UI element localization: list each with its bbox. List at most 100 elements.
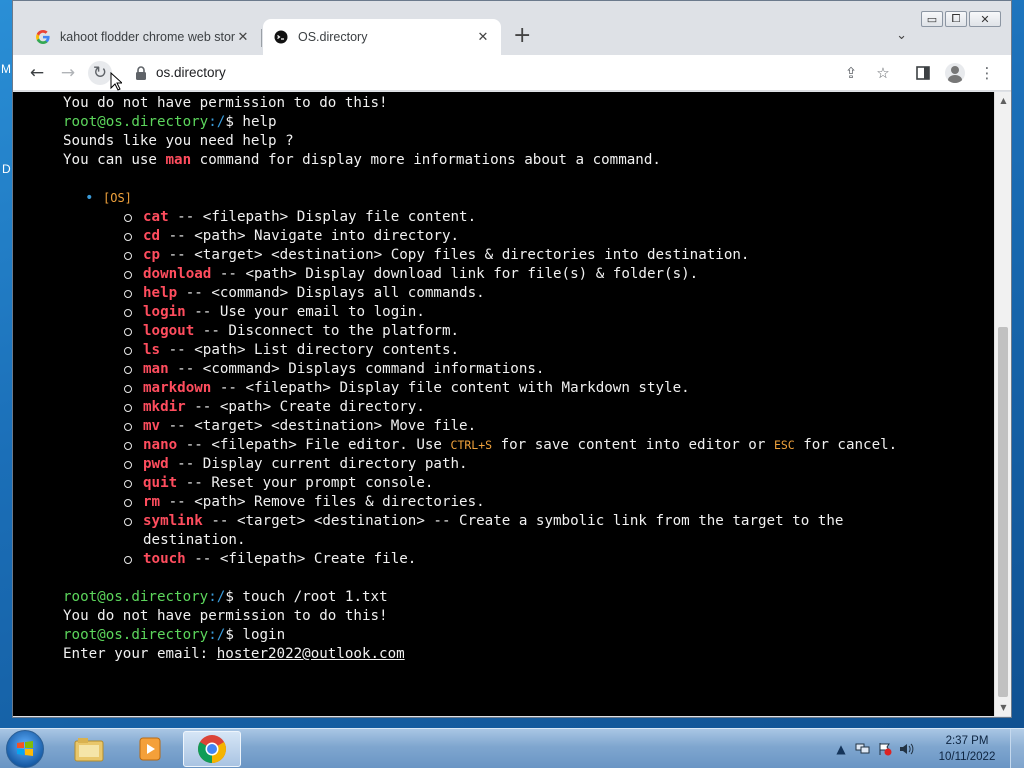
avatar — [945, 63, 965, 83]
command-name: quit — [143, 475, 178, 491]
terminal-prompt-line: root@os.directory:/$ login — [63, 626, 985, 645]
command-name: symlink — [143, 513, 203, 529]
taskbar-clock[interactable]: 2:37 PM 10/11/2022 — [928, 733, 1006, 765]
scroll-up-arrow-icon[interactable]: ▲ — [995, 92, 1012, 109]
terminal-output-line: You do not have permission to do this! — [63, 608, 388, 624]
command-item: cp -- <target> <destination> Copy files … — [103, 246, 985, 265]
action-center-flag-icon[interactable] — [874, 740, 896, 758]
terminal-console[interactable]: You do not have permission to do this! r… — [13, 92, 995, 716]
command-name: pwd — [143, 456, 169, 472]
command-item: nano -- <filepath> File editor. Use CTRL… — [103, 436, 985, 455]
command-desc: -- <target> <destination> -- Create a sy… — [143, 513, 844, 548]
tab-strip: kahoot flodder chrome web store ✕ OS.dir… — [13, 19, 1011, 55]
profile-avatar-icon[interactable] — [943, 61, 967, 85]
help-text: command for display more informations ab… — [191, 152, 661, 168]
browser-toolbar: ← → ↻ os.directory ⇪ ☆ ⋮ — [13, 55, 1011, 91]
lock-icon[interactable] — [134, 65, 148, 81]
new-tab-button[interactable]: + — [513, 23, 531, 48]
command-item: cd -- <path> Navigate into directory. — [103, 227, 985, 246]
command-name: rm — [143, 494, 161, 510]
taskbar-media-player[interactable] — [121, 731, 179, 767]
command-desc: -- <filepath> Create file. — [185, 551, 417, 567]
tab-os-directory[interactable]: OS.directory ✕ — [263, 19, 501, 55]
email-prompt-label: Enter your email: — [63, 646, 217, 662]
prompt-command: touch /root 1.txt — [233, 589, 388, 605]
prompt-user: root@os.directory — [63, 114, 209, 130]
email-input-line[interactable]: Enter your email: hoster2022@outlook.com — [63, 645, 985, 664]
more-menu-icon[interactable]: ⋮ — [975, 61, 999, 85]
network-icon[interactable] — [852, 740, 874, 758]
command-desc: -- <target> <destination> Move file. — [160, 418, 477, 434]
command-desc: -- <target> <destination> Copy files & d… — [160, 247, 750, 263]
tab-search-chevron-icon[interactable]: ⌄ — [896, 28, 907, 43]
chrome-icon — [198, 735, 226, 763]
taskbar: ▲ 2:37 PM 10/11/2022 — [0, 728, 1024, 768]
back-button[interactable]: ← — [25, 61, 49, 85]
command-name: touch — [143, 551, 186, 567]
bookmark-star-icon[interactable]: ☆ — [871, 61, 895, 85]
prompt-symbol: $ — [225, 114, 234, 130]
command-item: ls -- <path> List directory contents. — [103, 341, 985, 360]
man-keyword: man — [165, 152, 192, 168]
reload-button[interactable]: ↻ — [88, 61, 112, 85]
command-name: mv — [143, 418, 161, 434]
volume-icon[interactable] — [896, 740, 918, 758]
command-desc: -- <filepath> File editor. Use — [177, 437, 451, 453]
command-name: markdown — [143, 380, 212, 396]
forward-button[interactable]: → — [56, 61, 80, 85]
prompt-path: :/ — [208, 114, 226, 130]
command-desc: -- <path> List directory contents. — [160, 342, 460, 358]
command-desc: -- <path> Display download link for file… — [211, 266, 699, 282]
os-group: [OS] — [63, 189, 985, 208]
command-item: login -- Use your email to login. — [103, 303, 985, 322]
command-item: markdown -- <filepath> Display file cont… — [103, 379, 985, 398]
command-item: symlink -- <target> <destination> -- Cre… — [103, 512, 985, 550]
address-bar[interactable]: os.directory — [156, 65, 226, 80]
tab-kahoot-search[interactable]: kahoot flodder chrome web store ✕ — [25, 19, 261, 55]
prompt-symbol: $ — [225, 627, 234, 643]
command-item: help -- <command> Displays all commands. — [103, 284, 985, 303]
command-item: logout -- Disconnect to the platform. — [103, 322, 985, 341]
side-panel-icon[interactable] — [911, 61, 935, 85]
help-text: You can use — [63, 152, 166, 168]
tab-separator — [261, 29, 262, 47]
os-group-label: [OS] — [103, 191, 132, 205]
command-desc: for save content into editor or — [492, 437, 774, 453]
prompt-path: :/ — [208, 627, 226, 643]
command-name: logout — [143, 323, 195, 339]
prompt-user: root@os.directory — [63, 589, 209, 605]
tab-close-icon[interactable]: ✕ — [235, 30, 251, 45]
vertical-scrollbar[interactable]: ▲ ▼ — [994, 92, 1011, 716]
command-name: ls — [143, 342, 161, 358]
show-desktop-button[interactable] — [1010, 729, 1024, 768]
taskbar-explorer[interactable] — [60, 731, 118, 767]
media-player-icon — [139, 737, 161, 761]
prompt-path: :/ — [208, 589, 226, 605]
prompt-symbol: $ — [225, 589, 234, 605]
key-hint-ctrl-s: CTRL+S — [450, 438, 493, 452]
show-hidden-icons-icon[interactable]: ▲ — [830, 740, 852, 758]
email-field[interactable]: hoster2022@outlook.com — [217, 646, 405, 662]
command-desc: -- <command> Displays command informatio… — [168, 361, 545, 377]
command-item: download -- <path> Display download link… — [103, 265, 985, 284]
command-desc: -- <filepath> Display file content with … — [211, 380, 690, 396]
command-name: help — [143, 285, 178, 301]
os-directory-icon — [273, 29, 289, 45]
desktop-label-fragment-d: D — [2, 162, 11, 176]
command-desc: -- Use your email to login. — [185, 304, 425, 320]
terminal-output-line: You can use man command for display more… — [63, 151, 985, 170]
command-name: man — [143, 361, 169, 377]
start-button[interactable] — [6, 730, 44, 768]
scroll-down-arrow-icon[interactable]: ▼ — [995, 699, 1012, 716]
mouse-cursor-icon — [110, 72, 122, 91]
command-item: man -- <command> Displays command inform… — [103, 360, 985, 379]
command-item: cat -- <filepath> Display file content. — [103, 208, 985, 227]
tab-title: kahoot flodder chrome web store — [60, 30, 235, 44]
taskbar-chrome[interactable] — [183, 731, 241, 767]
share-icon[interactable]: ⇪ — [839, 61, 863, 85]
scrollbar-thumb[interactable] — [998, 327, 1008, 697]
tab-close-icon[interactable]: ✕ — [475, 30, 491, 45]
command-name: mkdir — [143, 399, 186, 415]
prompt-user: root@os.directory — [63, 627, 209, 643]
command-desc: -- <command> Displays all commands. — [177, 285, 485, 301]
